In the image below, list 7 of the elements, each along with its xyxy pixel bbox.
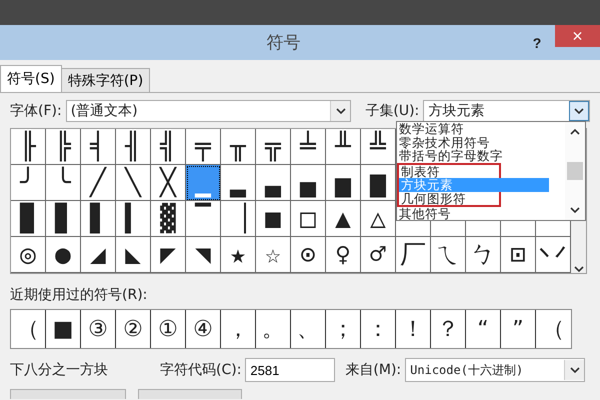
field-label: 字符代码(C): bbox=[160, 361, 242, 379]
field-label: 字体(F): bbox=[10, 102, 62, 120]
character-name: 下八分之一方块 bbox=[10, 361, 109, 379]
field-label: 子集(U): bbox=[365, 102, 420, 120]
field-label: 来自(M): bbox=[345, 361, 402, 379]
section-label: 近期使用过的符号(R): bbox=[10, 286, 148, 304]
window-title: 符号 bbox=[266, 32, 302, 54]
